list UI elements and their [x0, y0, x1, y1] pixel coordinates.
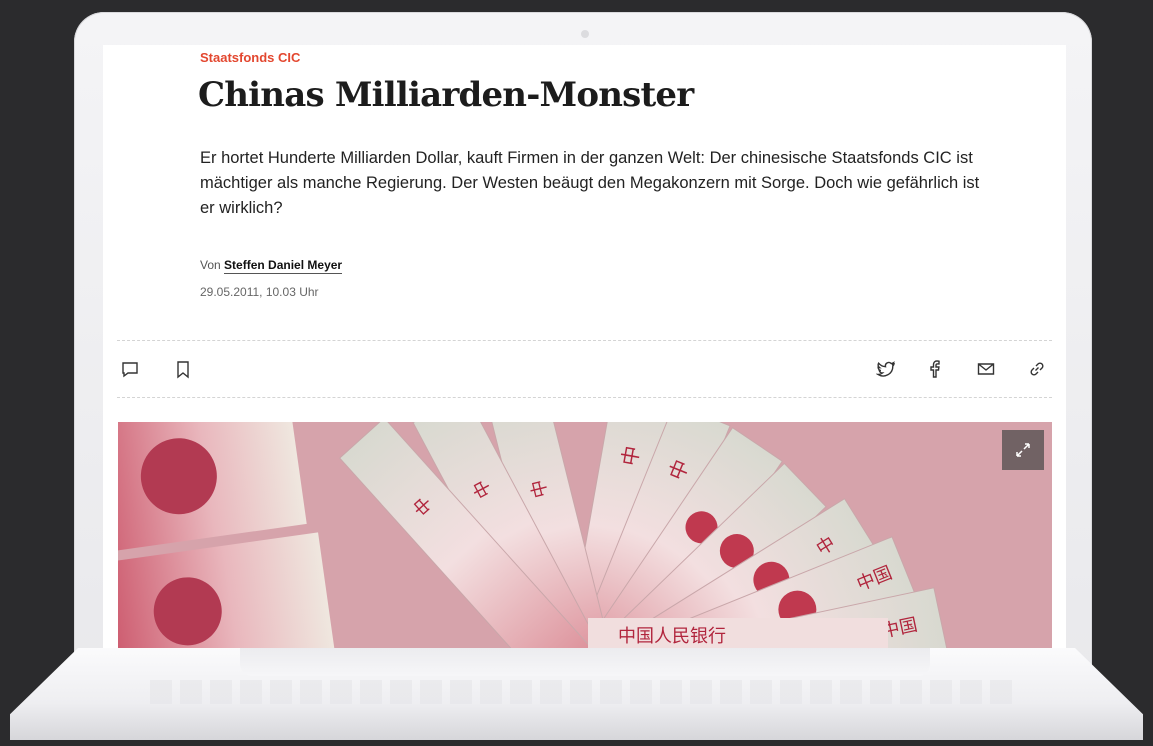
author-link[interactable]: Steffen Daniel Meyer	[224, 258, 343, 274]
hero-image[interactable]: 中 中 中 中国 中国 中国 中 中 中 中国人民银行	[118, 422, 1052, 648]
toolbar-divider-bottom	[117, 397, 1052, 398]
article-kicker[interactable]: Staatsfonds CIC	[200, 50, 300, 65]
banknotes-illustration: 中 中 中 中国 中国 中国 中 中 中 中国人民银行	[118, 422, 1052, 648]
expand-icon	[1016, 443, 1030, 457]
link-icon[interactable]	[1025, 357, 1049, 381]
mail-icon[interactable]	[974, 357, 998, 381]
laptop-base	[10, 648, 1143, 740]
bookmark-icon[interactable]	[171, 357, 195, 381]
laptop-screen: Staatsfonds CIC Chinas Milliarden-Monste…	[103, 45, 1066, 648]
laptop-hinge	[240, 648, 930, 676]
toolbar-divider-top	[117, 340, 1052, 341]
article-lead: Er hortet Hunderte Milliarden Dollar, ka…	[200, 149, 980, 217]
twitter-icon[interactable]	[874, 357, 898, 381]
byline: Von Steffen Daniel Meyer	[200, 258, 343, 274]
expand-image-button[interactable]	[1002, 430, 1044, 470]
publish-date: 29.05.2011, 10.03 Uhr	[200, 285, 319, 299]
camera-dot	[581, 30, 589, 38]
svg-text:中: 中	[617, 444, 644, 468]
svg-text:中国人民银行: 中国人民银行	[618, 626, 726, 647]
comment-icon[interactable]	[118, 357, 142, 381]
laptop-keyboard	[150, 680, 1020, 704]
article-headline[interactable]: Chinas Milliarden-Monster	[198, 75, 694, 115]
byline-prefix: Von	[200, 258, 221, 272]
facebook-icon[interactable]	[923, 357, 947, 381]
